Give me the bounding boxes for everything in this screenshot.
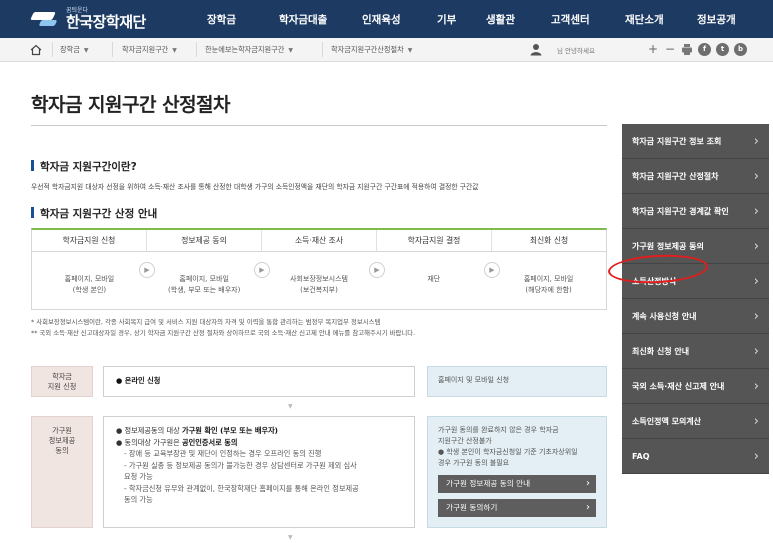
breadcrumb-item-overview[interactable]: 한눈에보는학자금지원구간 ▼ (205, 45, 293, 55)
chevron-right-icon: › (753, 449, 759, 464)
menu-dormitory[interactable]: 생활관 (486, 12, 515, 27)
step-content-consent: ● 정보제공동의 대상 가구원 확인 (부모 또는 배우자) ● 동의대상 가구… (103, 416, 415, 528)
chevron-right-icon: › (753, 134, 759, 149)
breadcrumb: 장학금 ▼ 학자금지원구간 ▼ 한눈에보는학자금지원구간 ▼ 학자금지원구간산정절차 ▼… (0, 38, 773, 62)
chevron-right-icon: › (753, 414, 759, 429)
footnote: * 사회보장정보시스템이란, 각종 사회복지 급여 및 서비스 지원 대상자의 … (31, 318, 381, 326)
menu-donation[interactable]: 기부 (437, 12, 456, 27)
chevron-down-icon: ▼ (172, 47, 177, 54)
footnote: ** 국외 소득·재산 신고대상자일 경우, 상기 학자금 지원구간 산정 절차… (31, 329, 416, 337)
menu-about[interactable]: 재단소개 (625, 12, 664, 27)
process-step-title: 정보제공 동의 (147, 230, 262, 251)
site-logo[interactable]: 꿈틔운다 한국장학재단 (30, 6, 146, 32)
chevron-down-icon: ▼ (83, 47, 89, 54)
step-label-consent: 가구원 정보제공 동의 (31, 416, 93, 528)
logo-text: 한국장학재단 (66, 13, 146, 31)
chevron-right-icon: › (753, 344, 759, 359)
breadcrumb-item-support-range[interactable]: 학자금지원구간 ▼ (122, 45, 177, 55)
section-heading-guide: 학자금 지원구간 산정 안내 (31, 206, 157, 221)
user-icon (530, 44, 542, 56)
step-content-apply: ● 온라인 신청 (103, 366, 415, 397)
sidebar-item-procedure[interactable]: 학자금 지원구간 산정절차 › (622, 159, 769, 194)
sidebar-item-simulation[interactable]: 소득인정액 모의계산 › (622, 404, 769, 439)
step-side-apply: 홈페이지 및 모바일 신청 (427, 366, 607, 397)
definition-text: 우선적 학자금지원 대상자 선정을 위하여 소득·재산 조사를 통해 산정한 대… (31, 183, 479, 191)
step-label-apply: 학자금 지원 신청 (31, 366, 93, 397)
process-step-detail: 홈페이지, 모바일 (해당자에 한함) (523, 275, 574, 294)
menu-talent[interactable]: 인재육성 (362, 12, 401, 27)
process-step-title: 학자금지원 결정 (377, 230, 492, 251)
zoom-in-button[interactable]: + (648, 42, 658, 56)
home-icon[interactable] (30, 44, 42, 56)
greeting-text: 님 안녕하세요 (557, 47, 595, 55)
top-navigation: 꿈틔운다 한국장학재단 장학금 학자금대출 인재육성 기부 생활관 고객센터 재… (0, 0, 773, 38)
side-menu: 학자금 지원구간 정보 조회 › 학자금 지원구간 산정절차 › 학자금 지원구간 … (622, 124, 769, 474)
menu-scholarship[interactable]: 장학금 (207, 12, 236, 27)
next-arrow-icon: ▶ (254, 262, 270, 278)
breadcrumb-item-procedure[interactable]: 학자금지원구간산정절차 ▼ (331, 45, 412, 55)
breadcrumb-item-scholarship[interactable]: 장학금 ▼ (60, 45, 88, 55)
process-step-detail: 재단 (427, 275, 441, 283)
chevron-down-icon: ▼ (407, 47, 413, 54)
section-heading-definition: 학자금 지원구간이란? (31, 159, 137, 174)
menu-student-loan[interactable]: 학자금대출 (279, 12, 327, 27)
down-arrow-icon: ▼ (288, 534, 293, 541)
process-step-detail: 사회보장정보시스템 (보건복지부) (290, 275, 348, 294)
chevron-right-icon: › (753, 169, 759, 184)
process-step-title: 학자금지원 신청 (32, 230, 147, 251)
chevron-right-icon: › (753, 309, 759, 324)
blog-icon[interactable]: b (734, 43, 747, 56)
process-step-title: 소득·재산 조사 (262, 230, 377, 251)
process-step-detail: 홈페이지, 모바일 (학생 본인) (64, 275, 115, 294)
process-step-detail: 홈페이지, 모바일 (학생, 부모 또는 배우자) (168, 275, 241, 294)
next-arrow-icon: ▶ (484, 262, 500, 278)
page-title: 학자금 지원구간 산정절차 (31, 94, 231, 116)
sidebar-item-overseas[interactable]: 국외 소득·재산 신고제 안내 › (622, 369, 769, 404)
consent-guide-button[interactable]: 가구원 정보제공 동의 안내 (438, 475, 596, 493)
print-icon[interactable] (681, 43, 693, 56)
menu-customer-center[interactable]: 고객센터 (551, 12, 590, 27)
step-side-consent: 가구원 동의를 완료하지 않은 경우 학자금 지원구간 산정불가 ● 학생 본인… (427, 416, 607, 528)
sidebar-item-faq[interactable]: FAQ › (622, 439, 769, 474)
process-step-title: 최신화 신청 (529, 236, 569, 245)
consent-now-button[interactable]: 가구원 동의하기 (438, 499, 596, 517)
down-arrow-icon: ▼ (288, 403, 293, 410)
sidebar-item-update[interactable]: 최신화 신청 안내 › (622, 334, 769, 369)
chevron-down-icon: ▼ (288, 47, 293, 54)
chevron-right-icon: › (753, 274, 759, 289)
next-arrow-icon: ▶ (369, 262, 385, 278)
logo-mark-icon (30, 10, 62, 28)
twitter-icon[interactable]: t (716, 43, 729, 56)
process-table: 학자금지원 신청 정보제공 동의 소득·재산 조사 학자금지원 결정 최신화 신… (31, 228, 607, 310)
sidebar-item-continued-use[interactable]: 계속 사용신청 안내 › (622, 299, 769, 334)
sidebar-item-info-lookup[interactable]: 학자금 지원구간 정보 조회 › (622, 124, 769, 159)
title-divider (31, 125, 607, 126)
chevron-right-icon: › (753, 379, 759, 394)
zoom-out-button[interactable]: − (665, 42, 675, 56)
facebook-icon[interactable]: f (698, 43, 711, 56)
sidebar-item-boundary[interactable]: 학자금 지원구간 경계값 확인 › (622, 194, 769, 229)
menu-disclosure[interactable]: 정보공개 (697, 12, 736, 27)
chevron-right-icon: › (753, 204, 759, 219)
next-arrow-icon: ▶ (139, 262, 155, 278)
chevron-right-icon: › (753, 239, 759, 254)
